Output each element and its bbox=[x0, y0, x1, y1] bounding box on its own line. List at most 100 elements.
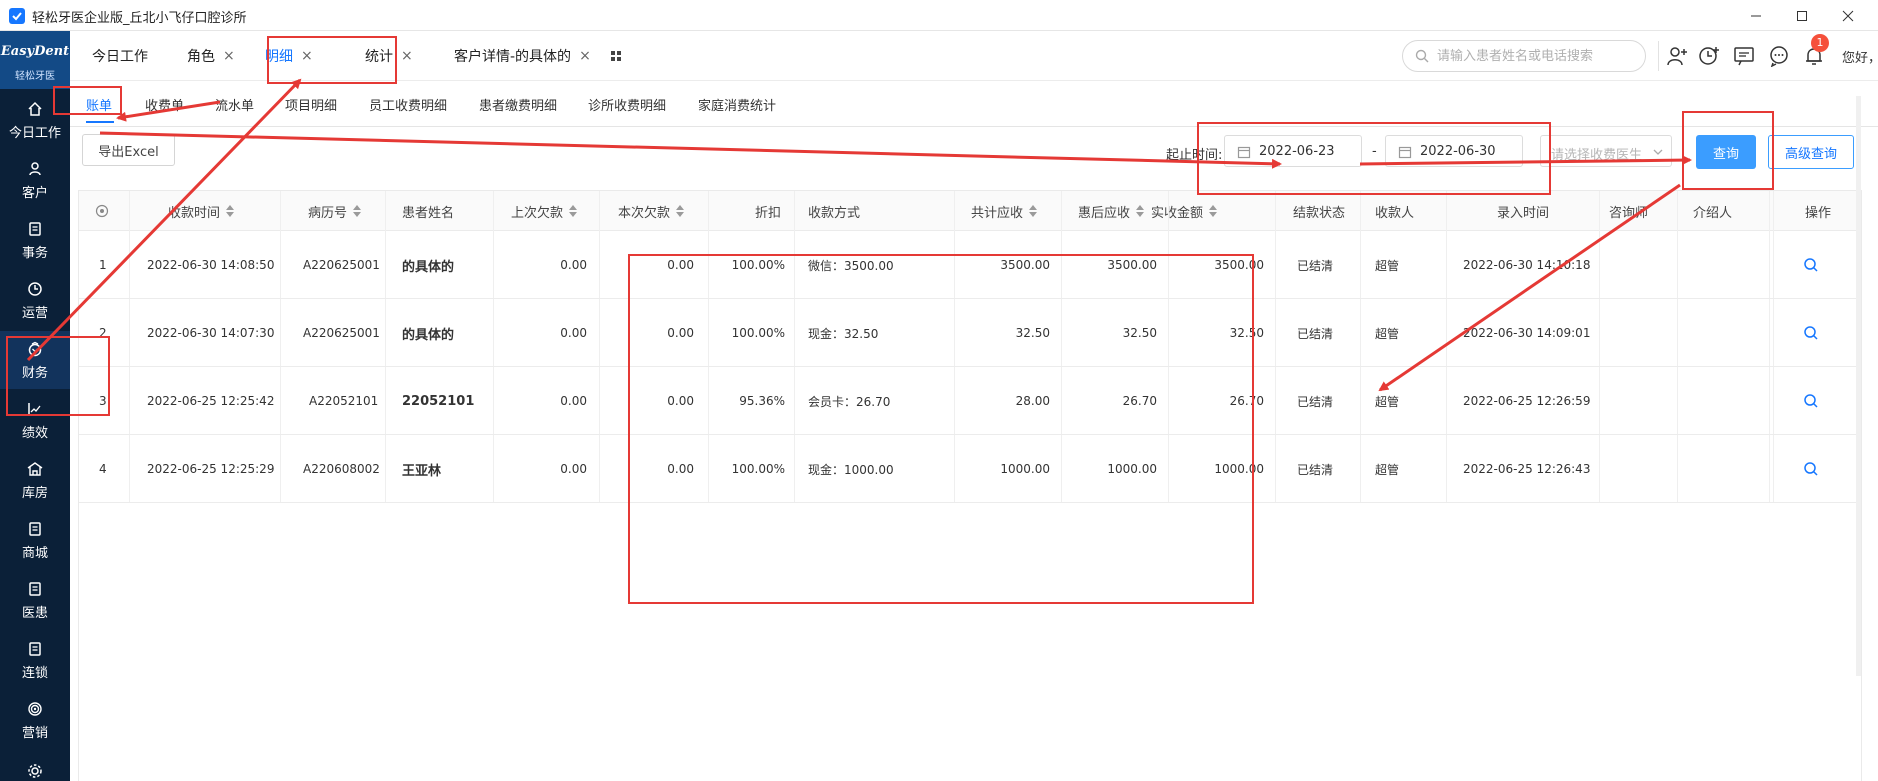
cell-pay-method: 现金：1000.00 bbox=[808, 462, 894, 477]
subtab-family-spending[interactable]: 家庭消费统计 bbox=[698, 95, 776, 114]
subtab-flow[interactable]: 流水单 bbox=[215, 95, 254, 114]
cell-patient-name[interactable]: 王亚林 bbox=[402, 435, 441, 503]
sort-icon[interactable] bbox=[1029, 205, 1038, 217]
user-icon bbox=[29, 162, 41, 176]
cell-total-due: 3500.00 bbox=[1000, 258, 1050, 272]
header-label: 病历号 bbox=[308, 205, 348, 221]
subtab-bill[interactable]: 账单 bbox=[86, 95, 112, 114]
grid-icon[interactable] bbox=[609, 49, 623, 63]
sidebar-item-chain[interactable]: 连锁 bbox=[0, 631, 70, 689]
tab-statistics[interactable]: 统计 × bbox=[365, 31, 413, 81]
tab-close-icon[interactable]: × bbox=[301, 48, 313, 64]
table-row[interactable]: 4 2022-06-25 12:25:29 A220608002 王亚林 0.0… bbox=[79, 435, 1861, 503]
message-icon[interactable] bbox=[1733, 45, 1755, 67]
brand-logo-cn: 轻松牙医 bbox=[15, 71, 55, 82]
sidebar-item-performance[interactable]: 绩效 bbox=[0, 391, 70, 449]
subtab-clinic-charge[interactable]: 诊所收费明细 bbox=[588, 95, 666, 114]
header-current-debt[interactable]: 本次欠款 bbox=[618, 191, 685, 231]
tab-close-icon[interactable]: × bbox=[401, 48, 413, 64]
maximize-icon[interactable] bbox=[1779, 0, 1825, 31]
sidebar-item-marketing[interactable]: 营销 bbox=[0, 691, 70, 749]
cell-patient-name[interactable]: 的具体的 bbox=[402, 299, 454, 367]
patient-search[interactable] bbox=[1402, 40, 1646, 72]
header-label: 共计应收 bbox=[971, 205, 1024, 221]
cell-settle-status: 已结清 bbox=[1297, 394, 1334, 409]
sidebar-item-label: 客户 bbox=[21, 186, 48, 201]
add-user-icon[interactable] bbox=[1666, 45, 1688, 67]
row-settings-icon[interactable] bbox=[95, 191, 109, 231]
chevron-down-icon bbox=[1653, 149, 1663, 155]
tab-role[interactable]: 角色 × bbox=[187, 31, 235, 81]
sidebar-item-operations[interactable]: 运营 bbox=[0, 271, 70, 329]
user-greeting[interactable]: 您好，超管 bbox=[1842, 47, 1878, 66]
sidebar-item-today[interactable]: 今日工作 bbox=[0, 91, 70, 149]
app-logo-icon bbox=[9, 8, 25, 24]
cell-entry-time: 2022-06-25 12:26:43 bbox=[1463, 462, 1591, 476]
tab-customer-detail[interactable]: 客户详情-的具体的 × bbox=[454, 31, 591, 81]
table-row[interactable]: 1 2022-06-30 14:08:50 A220625001 的具体的 0.… bbox=[79, 231, 1861, 299]
subtab-item-detail[interactable]: 项目明细 bbox=[285, 95, 337, 114]
subtab-receipt[interactable]: 收费单 bbox=[145, 95, 184, 114]
header-label: 实收金额 bbox=[1151, 205, 1204, 221]
divider bbox=[1658, 41, 1659, 71]
sort-icon[interactable] bbox=[676, 205, 685, 217]
header-label: 收款方式 bbox=[808, 205, 861, 221]
header-received[interactable]: 实收金额 bbox=[1151, 191, 1218, 231]
sidebar-item-doctor-patient[interactable]: 医患 bbox=[0, 571, 70, 629]
sidebar-item-warehouse[interactable]: 库房 bbox=[0, 451, 70, 509]
table-row[interactable]: 2 2022-06-30 14:07:30 A220625001 的具体的 0.… bbox=[79, 299, 1861, 367]
sort-icon[interactable] bbox=[353, 205, 362, 217]
start-date-field[interactable]: 2022-06-23 bbox=[1224, 135, 1362, 167]
tab-close-icon[interactable]: × bbox=[579, 48, 591, 64]
sort-icon[interactable] bbox=[569, 205, 578, 217]
tab-close-icon[interactable]: × bbox=[223, 48, 235, 64]
sort-icon[interactable] bbox=[1136, 205, 1145, 217]
sort-icon[interactable] bbox=[226, 205, 235, 217]
close-icon[interactable] bbox=[1825, 0, 1871, 31]
header-label: 结款状态 bbox=[1293, 205, 1346, 221]
view-detail-search-icon[interactable] bbox=[1803, 435, 1819, 503]
sidebar-item-label: 财务 bbox=[21, 366, 48, 381]
tab-today[interactable]: 今日工作 bbox=[92, 31, 148, 81]
view-detail-search-icon[interactable] bbox=[1803, 367, 1819, 435]
sidebar-item-finance[interactable]: 财务 bbox=[0, 331, 70, 389]
header-discounted-due[interactable]: 惠后应收 bbox=[1078, 191, 1145, 231]
doctor-select[interactable]: 请选择收费医生 bbox=[1540, 135, 1672, 167]
end-date-field[interactable]: 2022-06-30 bbox=[1385, 135, 1523, 167]
header-pay-time[interactable]: 收款时间 bbox=[168, 191, 235, 231]
search-input[interactable] bbox=[1437, 47, 1637, 65]
sidebar-item-label: 库房 bbox=[21, 486, 48, 501]
cell-index: 1 bbox=[99, 258, 107, 272]
view-detail-search-icon[interactable] bbox=[1803, 299, 1819, 367]
subtab-staff-charge[interactable]: 员工收费明细 bbox=[369, 95, 447, 114]
header-total-due[interactable]: 共计应收 bbox=[971, 191, 1038, 231]
sidebar-item-customer[interactable]: 客户 bbox=[0, 151, 70, 209]
cell-patient-name[interactable]: 的具体的 bbox=[402, 231, 454, 299]
chat-icon[interactable] bbox=[1768, 45, 1790, 67]
target-icon bbox=[28, 702, 42, 716]
sidebar-item-affairs[interactable]: 事务 bbox=[0, 211, 70, 269]
sort-icon[interactable] bbox=[1209, 205, 1218, 217]
minimize-icon[interactable] bbox=[1733, 0, 1779, 31]
tab-detail[interactable]: 明细 × bbox=[265, 31, 313, 81]
header-record-no[interactable]: 病历号 bbox=[308, 191, 362, 231]
header-label: 惠后应收 bbox=[1078, 205, 1131, 221]
query-button[interactable]: 查询 bbox=[1696, 135, 1756, 169]
chart-icon bbox=[28, 403, 41, 416]
header-label: 操作 bbox=[1805, 205, 1832, 221]
header-prev-debt[interactable]: 上次欠款 bbox=[511, 191, 578, 231]
add-schedule-icon[interactable] bbox=[1698, 45, 1720, 67]
subtab-patient-payment[interactable]: 患者缴费明细 bbox=[479, 95, 557, 114]
cell-patient-name[interactable]: 22052101 bbox=[402, 367, 474, 435]
sidebar-item-label: 医患 bbox=[21, 606, 48, 621]
sidebar-item-store[interactable]: 商城 bbox=[0, 511, 70, 569]
cell-pay-method: 现金：32.50 bbox=[808, 326, 879, 341]
table-row[interactable]: 3 2022-06-25 12:25:42 A22052101 22052101… bbox=[79, 367, 1861, 435]
vertical-scrollbar[interactable] bbox=[1856, 96, 1861, 676]
header-label: 患者姓名 bbox=[402, 205, 455, 221]
sidebar-item-settings[interactable] bbox=[0, 753, 70, 781]
view-detail-search-icon[interactable] bbox=[1803, 231, 1819, 299]
export-excel-button[interactable]: 导出Excel bbox=[82, 134, 175, 166]
advanced-query-button[interactable]: 高级查询 bbox=[1768, 135, 1854, 169]
cell-received: 26.70 bbox=[1229, 394, 1264, 408]
